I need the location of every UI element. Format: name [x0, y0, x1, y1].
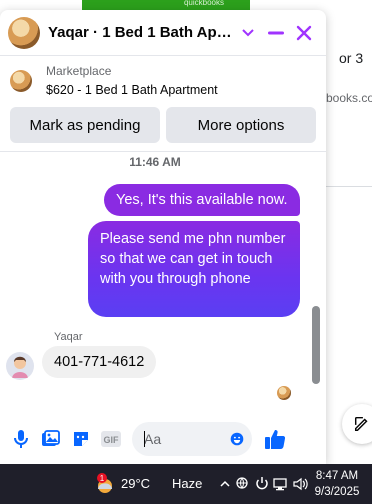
clock-date: 9/3/2025 — [314, 486, 360, 498]
text-caret — [144, 431, 145, 447]
system-tray — [218, 476, 308, 495]
message-thread: 11:46 AM Yes, It's this available now. P… — [0, 154, 326, 408]
message-composer: GIF — [0, 414, 326, 464]
quickbooks-logo-text: quickbooks — [183, 0, 224, 7]
gif-icon[interactable]: GIF — [96, 424, 126, 454]
windows-taskbar: 1 29°C Haze 8:47 AM 9/3/2025 — [0, 464, 372, 504]
outgoing-message[interactable]: Yes, It's this available now. — [104, 184, 300, 216]
network-icon[interactable] — [273, 476, 289, 495]
power-icon[interactable] — [254, 476, 270, 495]
compose-icon — [354, 416, 368, 432]
taskbar-clock[interactable]: 8:47 AM 9/3/2025 — [306, 468, 368, 500]
chevron-down-icon[interactable] — [234, 19, 262, 47]
message-timestamp: 11:46 AM — [129, 155, 181, 169]
background-divider — [326, 186, 372, 187]
messenger-chat-window: Yaqar · 1 Bed 1 Bath Apart... Marketplac… — [0, 10, 326, 464]
gif-label: GIF — [104, 435, 120, 445]
listing-actions: Mark as pending More options — [0, 101, 326, 152]
listing-thumbnail — [10, 70, 32, 92]
background-text-fragment: or 3 — [339, 50, 364, 66]
clock-time: 8:47 AM — [315, 470, 359, 482]
sticker-icon[interactable] — [66, 424, 96, 454]
language-icon[interactable] — [235, 476, 251, 495]
background-link-fragment: books.co — [326, 91, 372, 105]
weather-condition[interactable]: Haze — [172, 476, 202, 491]
emoji-icon[interactable] — [230, 429, 244, 449]
chat-title[interactable]: Yaqar · 1 Bed 1 Bath Apart... — [48, 24, 234, 41]
outgoing-message[interactable]: Please send me phn number so that we can… — [88, 221, 300, 317]
incoming-message[interactable]: 401-771-4612 — [42, 346, 157, 378]
new-message-button[interactable] — [342, 404, 372, 444]
quickbooks-banner: quickbooks — [82, 0, 250, 10]
listing-title: $620 - 1 Bed 1 Bath Apartment — [46, 83, 218, 97]
mark-as-pending-button[interactable]: Mark as pending — [10, 107, 160, 143]
marketplace-listing[interactable]: Marketplace $620 - 1 Bed 1 Bath Apartmen… — [0, 56, 326, 101]
microphone-icon[interactable] — [6, 424, 36, 454]
photo-icon[interactable] — [36, 424, 66, 454]
message-input-container[interactable] — [132, 422, 252, 456]
temperature[interactable]: 29°C — [121, 476, 150, 491]
thumbs-up-icon[interactable] — [260, 424, 290, 454]
minimize-icon[interactable] — [262, 19, 290, 47]
chat-header: Yaqar · 1 Bed 1 Bath Apart... — [0, 10, 326, 56]
sender-avatar[interactable] — [6, 352, 34, 380]
seen-indicator-avatar — [277, 386, 291, 400]
message-scrollbar[interactable] — [312, 306, 320, 384]
sender-name: Yaqar — [54, 331, 83, 343]
chevron-up-icon[interactable] — [218, 477, 232, 494]
weather-badge: 1 — [100, 474, 105, 483]
weather-icon[interactable]: 1 — [94, 473, 116, 495]
more-options-button[interactable]: More options — [166, 107, 316, 143]
close-icon[interactable] — [290, 19, 318, 47]
contact-avatar[interactable] — [8, 16, 40, 49]
message-input[interactable] — [144, 431, 230, 447]
listing-source: Marketplace — [46, 64, 112, 78]
